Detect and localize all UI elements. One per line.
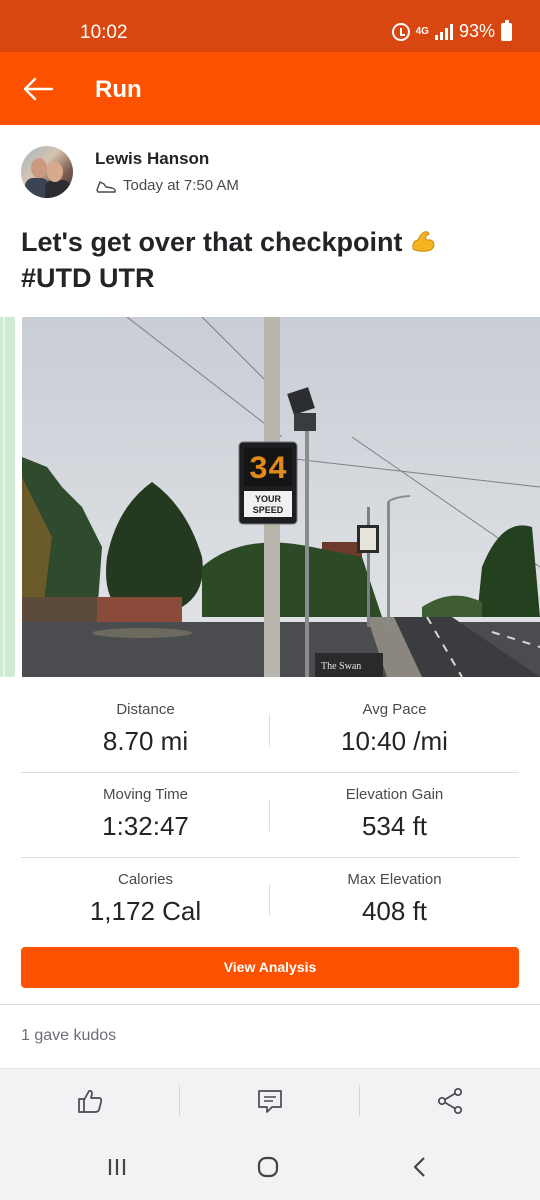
stat-label: Distance	[116, 701, 175, 718]
stats-row: Calories 1,172 Cal Max Elevation 408 ft	[21, 858, 519, 943]
stat-max-elevation: Max Elevation 408 ft	[270, 858, 519, 927]
home-button[interactable]	[238, 1153, 298, 1181]
system-nav-bar	[0, 1131, 540, 1200]
stat-label: Avg Pace	[362, 701, 427, 718]
flexed-biceps-icon	[412, 231, 435, 252]
activity-title-text: Let's get over that checkpoint	[21, 227, 403, 257]
stat-elevation-gain: Elevation Gain 534 ft	[270, 773, 519, 842]
activity-timestamp: Today at 7:50 AM	[123, 177, 239, 194]
signal-icon	[434, 23, 453, 40]
network-type: 4G	[415, 26, 429, 37]
stat-label: Max Elevation	[347, 871, 442, 888]
comment-icon	[258, 1089, 282, 1113]
shoe-icon	[96, 180, 116, 193]
stat-value: 408 ft	[361, 896, 428, 926]
stat-label: Calories	[117, 871, 174, 888]
stat-value: 534 ft	[361, 811, 428, 841]
alarm-icon	[391, 22, 410, 41]
back-arrow-icon[interactable]	[22, 76, 54, 102]
street-photo: 34 YOUR SPEED The Swan	[22, 317, 540, 677]
speed-sign-label-1: YOUR	[255, 494, 282, 504]
map-preview-edge[interactable]	[0, 317, 15, 677]
speed-sign-digits: 34	[249, 451, 287, 488]
share-button[interactable]	[360, 1069, 540, 1132]
kudos-thumb-icon	[78, 1089, 103, 1113]
stat-distance: Distance 8.70 mi	[21, 688, 270, 757]
athlete-name[interactable]: Lewis Hanson	[95, 149, 209, 169]
stat-label: Moving Time	[102, 786, 189, 803]
page-title: Run	[95, 76, 142, 103]
status-icons: 4G 93%	[391, 19, 512, 42]
kudos-button[interactable]	[0, 1069, 180, 1132]
activity-stats: Distance 8.70 mi Avg Pace 10:40 /mi Movi…	[21, 688, 519, 943]
activity-meta: Today at 7:50 AM	[95, 177, 239, 194]
pub-sign-text: The Swan	[321, 661, 361, 672]
stat-value: 1,172 Cal	[89, 896, 202, 926]
stat-label: Elevation Gain	[345, 786, 444, 803]
home-icon	[257, 1156, 279, 1178]
stat-avg-pace: Avg Pace 10:40 /mi	[270, 688, 519, 757]
post-header: Lewis Hanson Today at 7:50 AM Let's get …	[0, 125, 540, 315]
media-carousel[interactable]: 34 YOUR SPEED The Swan	[0, 317, 540, 677]
view-analysis-button[interactable]: View Analysis	[21, 947, 519, 988]
stat-value: 8.70 mi	[102, 726, 189, 756]
stat-calories: Calories 1,172 Cal	[21, 858, 270, 927]
kudos-count[interactable]: 1 gave kudos	[21, 1027, 116, 1045]
stat-value: 1:32:47	[102, 811, 189, 841]
activity-photo[interactable]: 34 YOUR SPEED The Swan	[22, 317, 540, 677]
recents-button[interactable]	[87, 1153, 147, 1181]
status-bar: 10:02 4G 93%	[0, 0, 540, 52]
activity-hashtags: #UTD UTR	[21, 263, 155, 293]
divider	[0, 1004, 540, 1005]
nav-back-icon	[413, 1157, 425, 1177]
stats-row: Moving Time 1:32:47 Elevation Gain 534 f…	[21, 773, 519, 858]
nav-back-button[interactable]	[390, 1153, 450, 1181]
comment-button[interactable]	[180, 1069, 360, 1132]
share-icon	[437, 1087, 463, 1114]
battery-level: 93%	[458, 21, 495, 41]
activity-title: Let's get over that checkpoint #UTD UTR	[21, 224, 521, 296]
action-bar	[0, 1068, 540, 1131]
stats-row: Distance 8.70 mi Avg Pace 10:40 /mi	[21, 688, 519, 773]
avatar[interactable]	[21, 146, 73, 198]
stat-value: 10:40 /mi	[341, 726, 448, 756]
app-bar: Run	[0, 52, 540, 125]
recents-icon	[108, 1159, 126, 1175]
status-time: 10:02	[80, 22, 128, 43]
battery-icon	[501, 19, 512, 41]
speed-sign-label-2: SPEED	[253, 505, 284, 515]
stat-moving-time: Moving Time 1:32:47	[21, 773, 270, 842]
